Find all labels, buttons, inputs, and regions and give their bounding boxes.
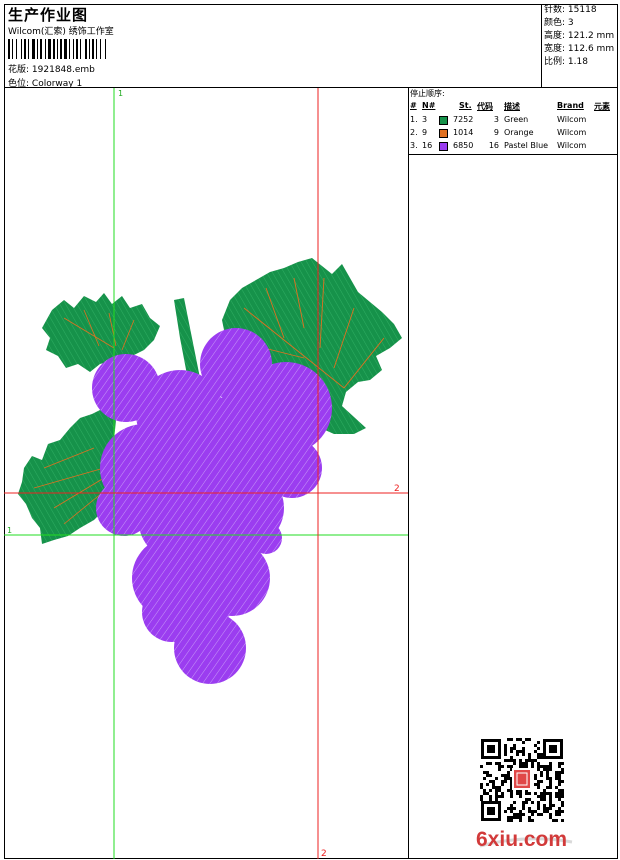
row-1-num: 1.: [410, 115, 418, 124]
row-1-stitches: 3: [493, 115, 499, 124]
row-2-stitches: 9: [493, 128, 499, 137]
row-3-desc: Pastel Blue: [504, 141, 549, 150]
grape-bunch: [92, 328, 332, 684]
row-2-needle: 9: [422, 128, 428, 137]
row-2-desc: Orange: [504, 128, 534, 137]
qr-code: [480, 738, 564, 822]
row-2-color-swatch: [439, 129, 448, 138]
spec-width: 宽度: 112.6 mm: [544, 44, 615, 54]
col-header-brand: Brand: [557, 101, 584, 110]
design-canvas: 1 1 2 2: [4, 88, 408, 859]
header: 生产作业图 Wilcom(汇索) 绣饰工作室 花版: 1921848.emb 色…: [4, 4, 618, 89]
row-2-code: 1014: [453, 128, 474, 137]
site-logo: 6xiu.com: [476, 828, 568, 851]
row-1-code: 7252: [453, 115, 474, 124]
page-title: 生产作业图: [8, 6, 89, 24]
spec-panel: 针数: 15118 颜色: 3 高度: 121.2 mm 宽度: 112.6 m…: [541, 4, 618, 87]
row-3-needle: 16: [422, 141, 433, 150]
design-file: 花版: 1921848.emb: [8, 62, 95, 75]
green-guide-label-top: 1: [118, 89, 123, 98]
col-header-code: 代码: [477, 102, 493, 111]
barcode: [8, 39, 106, 59]
spec-scale: 比例: 1.18: [544, 57, 588, 67]
row-1-desc: Green: [504, 115, 529, 124]
col-header-num: #: [410, 101, 417, 110]
col-header-desc: 描述: [504, 102, 520, 111]
red-guide-label-bottom: 2: [321, 849, 327, 859]
row-3-code: 6850: [453, 141, 474, 150]
row-2-brand: Wilcom: [557, 128, 587, 137]
company-name: Wilcom(汇索) 绣饰工作室: [8, 27, 114, 37]
row-1-color-swatch: [439, 116, 448, 125]
row-3-brand: Wilcom: [557, 141, 587, 150]
row-1-needle: 3: [422, 115, 428, 124]
design-value: 1921848.emb: [31, 65, 95, 75]
red-guide-label-right: 2: [394, 484, 400, 494]
row-3-num: 3.: [410, 141, 418, 150]
stop-sequence-table: 停止顺序: # N# St. 代码 描述 Brand 元素 1. 3 7252 …: [409, 88, 618, 155]
row-3-color-swatch: [439, 142, 448, 151]
spec-stitches: 针数: 15118: [544, 5, 597, 15]
green-guide-label-left: 1: [7, 526, 12, 535]
stop-sequence-heading: 停止顺序:: [410, 89, 445, 98]
row-2-num: 2.: [410, 128, 418, 137]
design-label: 花版:: [8, 65, 30, 75]
spec-height: 高度: 121.2 mm: [544, 31, 615, 41]
row-3-stitches: 16: [488, 141, 499, 150]
col-header-stitch: St.: [459, 101, 472, 110]
col-header-element: 元素: [594, 102, 610, 111]
row-1-brand: Wilcom: [557, 115, 587, 124]
col-header-needle: N#: [422, 101, 436, 110]
spec-colors: 颜色: 3: [544, 18, 574, 28]
